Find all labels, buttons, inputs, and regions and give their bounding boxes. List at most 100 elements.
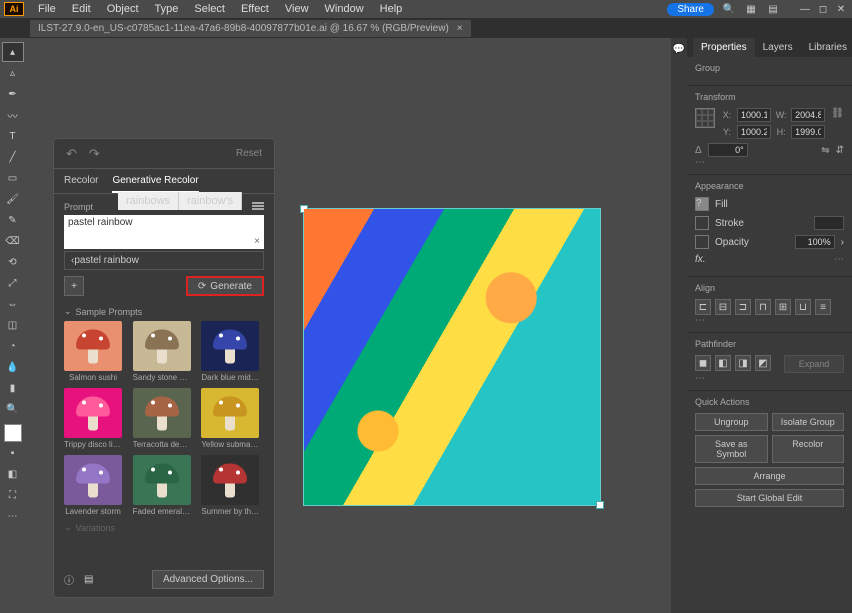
sample-sandy-stone[interactable]: Sandy stone be... (133, 321, 196, 382)
tab-close-icon[interactable]: × (457, 23, 463, 34)
sample-summer-by-the[interactable]: Summer by the ... (201, 455, 264, 516)
transform-w[interactable] (791, 108, 825, 122)
tab-properties[interactable]: Properties (693, 38, 755, 57)
rotate-tool[interactable]: ⟲ (2, 252, 24, 272)
align-right-icon[interactable]: ⊐ (735, 299, 751, 315)
align-vcenter-icon[interactable]: ⊞ (775, 299, 791, 315)
pathfinder-exclude-icon[interactable]: ◩ (755, 355, 771, 371)
arrange-button[interactable]: Arrange (695, 467, 844, 485)
tab-generative-recolor[interactable]: Generative Recolor (112, 175, 198, 193)
pen-tool[interactable]: ✒ (2, 84, 24, 104)
menu-window[interactable]: Window (317, 1, 372, 17)
prompt-chip[interactable]: pastel rainbow (74, 255, 138, 266)
align-top-icon[interactable]: ⊓ (755, 299, 771, 315)
menu-select[interactable]: Select (186, 1, 233, 17)
pathfinder-intersect-icon[interactable]: ◨ (735, 355, 751, 371)
opacity-swatch[interactable] (695, 235, 709, 249)
maximize-icon[interactable]: ◻ (816, 2, 830, 16)
type-tool[interactable]: T (2, 126, 24, 146)
suggestion-2[interactable]: rainbow's (179, 192, 242, 210)
eraser-tool[interactable]: ⌫ (2, 231, 24, 251)
width-tool[interactable]: ⇔ (2, 294, 24, 314)
stroke-swatch[interactable] (695, 216, 709, 230)
more-tools-icon[interactable]: ⋯ (2, 506, 24, 526)
canvas[interactable]: ↶ ↷ Reset Recolor Generative Recolor Pro… (25, 38, 671, 613)
selection-tool[interactable]: ▴ (2, 42, 24, 62)
transform-angle[interactable] (708, 143, 748, 157)
shaper-tool[interactable]: ✎ (2, 210, 24, 230)
isolate-group-button[interactable]: Isolate Group (772, 413, 845, 431)
fill-swatch[interactable]: ? (695, 197, 709, 211)
fill-stroke-swatch[interactable] (4, 424, 22, 442)
menu-type[interactable]: Type (147, 1, 187, 17)
minimize-icon[interactable]: ― (798, 2, 812, 16)
flip-h-icon[interactable]: ⇋ (821, 145, 829, 156)
recolor-button[interactable]: Recolor (772, 435, 845, 463)
clear-prompt-icon[interactable]: × (254, 236, 260, 247)
reset-button[interactable]: Reset (236, 148, 262, 159)
menu-object[interactable]: Object (99, 1, 147, 17)
menu-effect[interactable]: Effect (233, 1, 277, 17)
undo-icon[interactable]: ↶ (66, 146, 77, 162)
arrange-docs-icon[interactable]: ▦ (744, 2, 758, 16)
free-transform-tool[interactable]: ◫ (2, 315, 24, 335)
distribute-icon[interactable]: ≡ (815, 299, 831, 315)
align-more-icon[interactable]: ⋯ (695, 315, 844, 326)
transform-more-icon[interactable]: ⋯ (695, 157, 844, 168)
pathfinder-expand-button[interactable]: Expand (784, 355, 844, 373)
color-mode-icon[interactable]: ▪ (2, 443, 24, 463)
transform-y[interactable] (737, 125, 771, 139)
pin-icon[interactable]: ▤ (84, 574, 93, 585)
prompt-menu-icon[interactable] (252, 202, 264, 212)
generate-button[interactable]: ⟳ Generate (186, 276, 264, 296)
menu-view[interactable]: View (277, 1, 317, 17)
tab-recolor[interactable]: Recolor (64, 175, 98, 193)
scale-tool[interactable]: ⤢ (2, 273, 24, 293)
sample-terracotta-desert[interactable]: Terracotta desert (133, 388, 196, 449)
sample-faded-emerald[interactable]: Faded emerald c... (133, 455, 196, 516)
save-as-symbol-button[interactable]: Save as Symbol (695, 435, 768, 463)
search-icon[interactable]: 🔍 (722, 2, 736, 16)
workspace-icon[interactable]: ▤ (766, 2, 780, 16)
pathfinder-unite-icon[interactable]: ◼ (695, 355, 711, 371)
document-tab[interactable]: ILST-27.9.0-en_US-c0785ac1-11ea-47a6-89b… (30, 20, 471, 37)
fx-label[interactable]: fx. (695, 254, 706, 265)
line-tool[interactable]: ╱ (2, 147, 24, 167)
prompt-input[interactable] (64, 215, 264, 230)
transform-h[interactable] (791, 125, 825, 139)
sample-prompts-header[interactable]: ⌄Sample Prompts (64, 306, 264, 317)
rectangle-tool[interactable]: ▭ (2, 168, 24, 188)
draw-mode-icon[interactable]: ◧ (2, 464, 24, 484)
info-icon[interactable]: ⓘ (64, 572, 74, 587)
brush-tool[interactable]: 🖌 (2, 189, 24, 209)
artboard[interactable] (303, 208, 601, 506)
appearance-more-icon[interactable]: ⋯ (834, 254, 844, 265)
direct-selection-tool[interactable]: ▵ (2, 63, 24, 83)
share-button[interactable]: Share (667, 3, 714, 16)
transform-x[interactable] (737, 108, 771, 122)
zoom-tool[interactable]: 🔍 (2, 399, 24, 419)
opacity-chevron-icon[interactable]: › (841, 237, 844, 248)
ungroup-button[interactable]: Ungroup (695, 413, 768, 431)
advanced-options-button[interactable]: Advanced Options... (152, 570, 264, 589)
tab-libraries[interactable]: Libraries (801, 38, 852, 57)
menu-file[interactable]: File (30, 1, 64, 17)
flip-v-icon[interactable]: ⇵ (836, 145, 844, 156)
sample-lavender-storm[interactable]: Lavender storm (64, 455, 127, 516)
screen-mode-icon[interactable]: ⛶ (2, 485, 24, 505)
add-prompt-button[interactable]: + (64, 276, 84, 296)
pathfinder-minus-icon[interactable]: ◧ (715, 355, 731, 371)
redo-icon[interactable]: ↷ (89, 146, 100, 162)
reference-point[interactable] (695, 108, 715, 128)
start-global-edit-button[interactable]: Start Global Edit (695, 489, 844, 507)
gradient-tool[interactable]: ▮ (2, 378, 24, 398)
sample-salmon-sushi[interactable]: Salmon sushi (64, 321, 127, 382)
sample-trippy-disco[interactable]: Trippy disco lights (64, 388, 127, 449)
align-bottom-icon[interactable]: ⊔ (795, 299, 811, 315)
opacity-value[interactable] (795, 235, 835, 249)
comments-icon[interactable]: 💬 (673, 44, 685, 55)
menu-edit[interactable]: Edit (64, 1, 99, 17)
sample-yellow-submarine[interactable]: Yellow submarine (201, 388, 264, 449)
curvature-tool[interactable]: 〰 (2, 105, 24, 125)
align-left-icon[interactable]: ⊏ (695, 299, 711, 315)
